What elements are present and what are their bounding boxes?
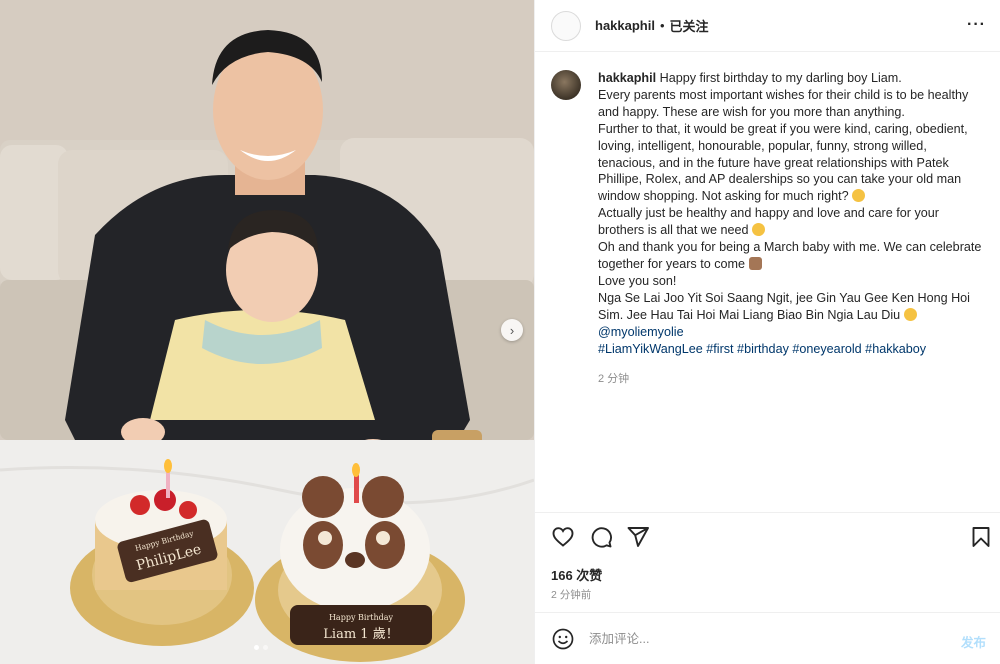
caption-line: Love you son! (598, 273, 677, 288)
header-separator: • (659, 18, 665, 33)
kiss-emoji-icon (752, 223, 766, 237)
cake-right-name: Liam 1 歲！ (323, 627, 398, 642)
post-timestamp: 2 分钟前 (551, 589, 592, 601)
caption-line: Happy first birthday to my darling boy L… (659, 71, 902, 85)
more-options-icon[interactable]: ··· (967, 16, 986, 34)
caption-line: Further to that, it would be great if yo… (598, 121, 968, 204)
caption-area: hakkaphil Happy first birthday to my dar… (551, 70, 984, 388)
share-icon[interactable] (626, 525, 650, 549)
kiss-emoji-icon (903, 307, 917, 321)
post-photo[interactable]: Happy Birthday Liam 1 歲！ Happy Birthday … (0, 0, 534, 664)
comment-bar: 发布 (535, 612, 1000, 664)
carousel-next-button[interactable]: › (501, 319, 523, 341)
heart-icon[interactable] (551, 525, 575, 549)
chevron-right-icon: › (509, 322, 515, 338)
hashtags-link[interactable]: #LiamYikWangLee #first #birthday #oneyea… (598, 341, 984, 358)
carousel-dot (254, 645, 259, 650)
caption-text: hakkaphil Happy first birthday to my dar… (598, 70, 984, 388)
carousel-dots (254, 645, 268, 650)
post-side-panel: hakkaphil • 已关注 ··· hakkaphil Happy firs… (534, 0, 1000, 664)
caption-timestamp: 2 分钟 (598, 373, 630, 386)
cake-emoji-icon (748, 256, 762, 270)
caption-avatar[interactable] (551, 70, 581, 100)
bookmark-icon[interactable] (969, 525, 993, 549)
caption-line: Every parents most important wishes for … (598, 87, 969, 119)
post-comment-button[interactable]: 发布 (961, 632, 986, 651)
likes-count[interactable]: 166 次赞 (551, 565, 602, 584)
smile-emoji-icon (852, 189, 866, 203)
header-username[interactable]: hakkaphil (595, 18, 655, 33)
comment-icon[interactable] (589, 525, 613, 549)
caption-line: Actually just be healthy and happy and l… (598, 206, 939, 238)
cake-right-greeting: Happy Birthday (329, 613, 394, 622)
comment-input[interactable] (589, 631, 919, 646)
avatar[interactable] (551, 10, 581, 41)
mention-link[interactable]: @myoliemyolie (598, 324, 984, 341)
photo-image: Happy Birthday Liam 1 歲！ Happy Birthday … (0, 0, 534, 664)
emoji-icon[interactable] (551, 627, 575, 651)
caption-username[interactable]: hakkaphil (598, 71, 656, 85)
carousel-dot (263, 645, 268, 650)
follow-status-button[interactable]: 已关注 (670, 16, 709, 35)
action-bar (535, 512, 1000, 562)
post-header: hakkaphil • 已关注 ··· (535, 0, 1000, 52)
caption-line: Oh and thank you for being a March baby … (598, 240, 982, 271)
